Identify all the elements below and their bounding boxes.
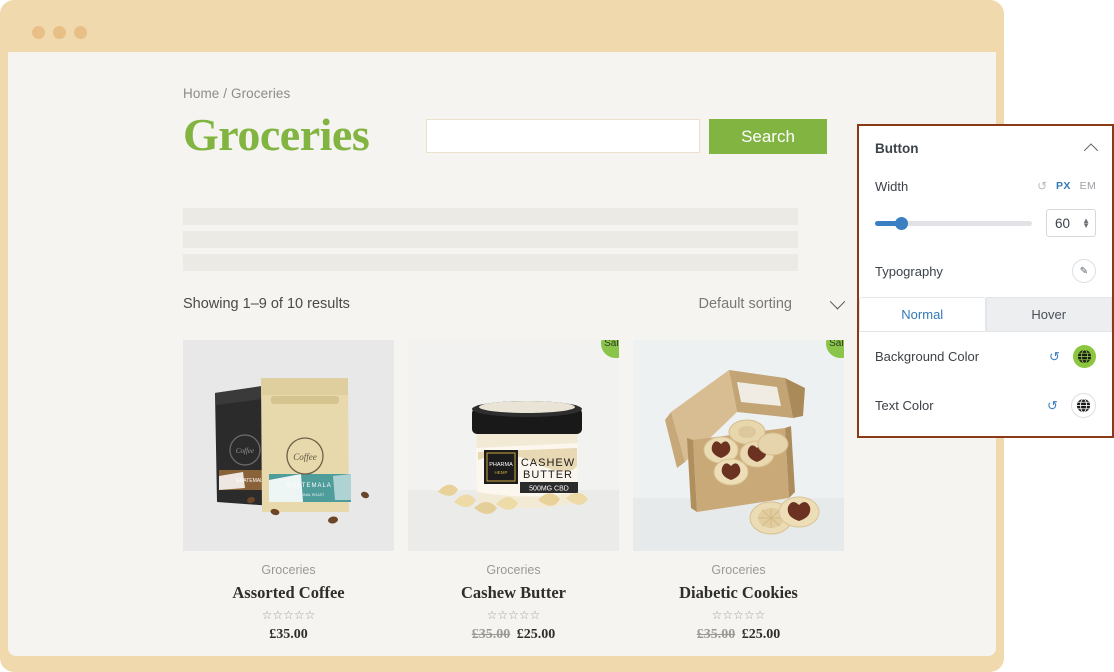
placeholder-bar [183, 254, 798, 271]
reset-icon[interactable]: ↻ [1049, 349, 1060, 365]
results-toolbar: Showing 1–9 of 10 results Default sortin… [183, 293, 846, 316]
width-stepper[interactable]: ▲ ▼ [1082, 217, 1090, 230]
cashew-butter-image: PHARMA HEMP CASHEW BUTTER 500MG CBD [408, 340, 619, 551]
browser-chrome-bar [0, 0, 1004, 52]
page-header: Groceries Search [183, 112, 943, 168]
product-name[interactable]: Assorted Coffee [183, 583, 394, 603]
product-price-original: £35.00 [471, 627, 511, 642]
product-name[interactable]: Diabetic Cookies [633, 583, 844, 603]
product-price: £35.00 £25.00 [633, 627, 844, 643]
chevron-up-icon[interactable] [1083, 142, 1099, 157]
search-button[interactable]: Search [709, 119, 827, 154]
product-grid: Coffee GUATEMALA Coffee GUATEMALA ORIGIN… [183, 340, 844, 643]
background-color-swatch[interactable] [1073, 345, 1096, 368]
slider-thumb[interactable] [895, 216, 909, 230]
typography-label: Typography [875, 263, 943, 279]
text-color-swatch[interactable] [1071, 393, 1096, 418]
button-settings-panel: Button Width ↻ PX EM 60 ▲ ▼ Typography ✎… [857, 124, 1114, 438]
width-label: Width [875, 178, 909, 194]
sorting-dropdown[interactable]: Default sorting [698, 293, 846, 312]
product-price: £35.00 [183, 627, 394, 643]
globe-icon [1076, 398, 1091, 413]
window-dot-minimize-icon[interactable] [53, 26, 66, 39]
assorted-coffee-image: Coffee GUATEMALA Coffee GUATEMALA ORIGIN… [183, 340, 394, 551]
product-thumbnail[interactable]: Sale! [633, 340, 844, 551]
chevron-down-icon [829, 293, 846, 309]
unit-em[interactable]: EM [1080, 180, 1096, 192]
page-title: Groceries [183, 109, 370, 160]
pencil-icon[interactable]: ✎ [1072, 259, 1096, 283]
product-name[interactable]: Cashew Butter [408, 583, 619, 603]
width-number-input[interactable]: 60 ▲ ▼ [1046, 209, 1096, 237]
product-category[interactable]: Groceries [633, 563, 844, 577]
product-rating-stars: ☆☆☆☆☆ [261, 608, 316, 622]
panel-title: Button [875, 141, 919, 156]
svg-text:HEMP: HEMP [494, 470, 507, 475]
product-rating-stars: ☆☆☆☆☆ [486, 608, 541, 622]
tab-hover[interactable]: Hover [985, 297, 1112, 331]
typography-row: Typography ✎ [875, 249, 1096, 293]
background-color-label: Background Color [875, 349, 980, 364]
product-rating-stars: ☆☆☆☆☆ [711, 608, 766, 622]
product-category[interactable]: Groceries [408, 563, 619, 577]
svg-text:GUATEMALA: GUATEMALA [286, 483, 332, 489]
reset-icon[interactable]: ↻ [1037, 179, 1047, 193]
globe-icon [1077, 349, 1092, 364]
svg-text:500MG CBD: 500MG CBD [529, 486, 569, 493]
svg-text:PHARMA: PHARMA [489, 462, 513, 468]
product-thumbnail[interactable]: Coffee GUATEMALA Coffee GUATEMALA ORIGIN… [183, 340, 394, 551]
product-category[interactable]: Groceries [183, 563, 394, 577]
shop-page: Home / Groceries Groceries Search Showin… [8, 52, 996, 656]
product-thumbnail[interactable]: Sale! PH [408, 340, 619, 551]
window-dot-close-icon[interactable] [32, 26, 45, 39]
search-input[interactable] [426, 119, 700, 153]
results-count: Showing 1–9 of 10 results [183, 296, 350, 312]
diabetic-cookies-image [633, 340, 844, 551]
background-color-controls: ↻ [1049, 345, 1096, 368]
product-meta: Groceries Cashew Butter ☆☆☆☆☆ £35.00 £25… [408, 551, 619, 643]
svg-text:Coffee: Coffee [293, 452, 317, 462]
content-placeholder-bars [183, 208, 798, 277]
text-color-row: Text Color ↻ [875, 381, 1096, 430]
sorting-selected-value: Default sorting [698, 296, 793, 312]
panel-header[interactable]: Button [859, 126, 1112, 171]
text-color-label: Text Color [875, 398, 934, 413]
width-slider[interactable] [875, 216, 1032, 230]
tab-normal[interactable]: Normal [859, 297, 986, 331]
product-price-current: £25.00 [741, 627, 781, 642]
product-meta: Groceries Diabetic Cookies ☆☆☆☆☆ £35.00 … [633, 551, 844, 643]
width-unit-group: ↻ PX EM [1037, 179, 1096, 193]
panel-body: Width ↻ PX EM 60 ▲ ▼ Typography ✎ Normal… [859, 171, 1112, 436]
placeholder-bar [183, 231, 798, 248]
browser-window-mock: Home / Groceries Groceries Search Showin… [0, 0, 1004, 672]
stepper-down-icon[interactable]: ▼ [1082, 222, 1090, 230]
product-card[interactable]: Sale! PH [408, 340, 619, 643]
product-price-current: £25.00 [516, 627, 556, 642]
product-card[interactable]: Coffee GUATEMALA Coffee GUATEMALA ORIGIN… [183, 340, 394, 643]
svg-text:BUTTER: BUTTER [523, 469, 573, 481]
product-price-current: £35.00 [269, 627, 308, 642]
width-slider-row: 60 ▲ ▼ [875, 209, 1096, 237]
window-dot-maximize-icon[interactable] [74, 26, 87, 39]
product-price-original: £35.00 [696, 627, 736, 642]
state-tabs: Normal Hover [859, 297, 1112, 332]
text-color-controls: ↻ [1047, 393, 1096, 418]
product-meta: Groceries Assorted Coffee ☆☆☆☆☆ £35.00 [183, 551, 394, 643]
browser-viewport: Home / Groceries Groceries Search Showin… [8, 52, 996, 656]
breadcrumb[interactable]: Home / Groceries [183, 86, 290, 101]
background-color-row: Background Color ↻ [875, 332, 1096, 381]
unit-px[interactable]: PX [1056, 180, 1071, 192]
reset-icon[interactable]: ↻ [1047, 398, 1058, 414]
width-value: 60 [1055, 215, 1071, 231]
window-control-dots [32, 26, 87, 39]
width-control-row: Width ↻ PX EM [875, 171, 1096, 201]
svg-text:ORIGINAL ROAST: ORIGINAL ROAST [294, 493, 325, 497]
product-price: £35.00 £25.00 [408, 627, 619, 643]
svg-text:CASHEW: CASHEW [521, 457, 575, 469]
placeholder-bar [183, 208, 798, 225]
product-card[interactable]: Sale! [633, 340, 844, 643]
svg-text:Coffee: Coffee [236, 447, 254, 455]
